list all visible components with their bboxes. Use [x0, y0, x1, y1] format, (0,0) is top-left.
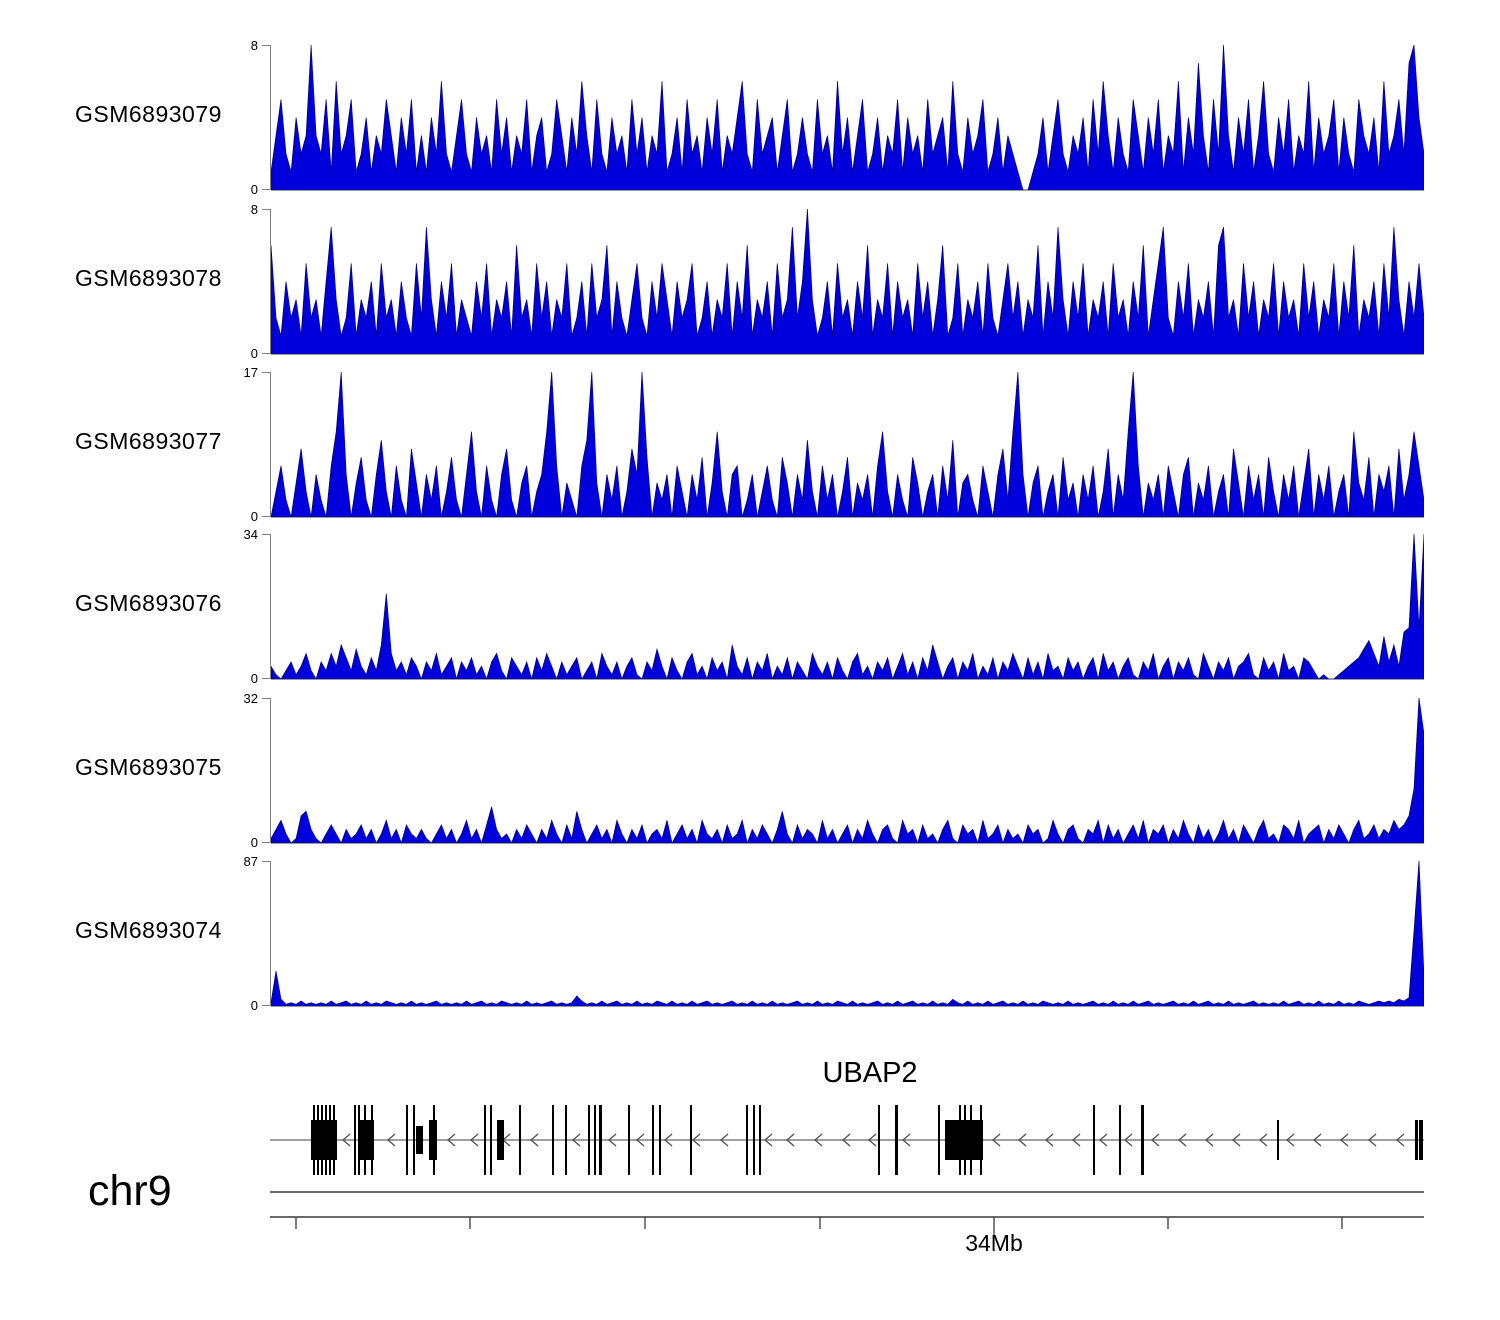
track-label: GSM6893076 — [75, 592, 222, 615]
track-label: GSM6893075 — [75, 756, 222, 779]
coverage-track: GSM6893074 87 0 — [0, 861, 1500, 1006]
genome-axis-track — [270, 1185, 1440, 1265]
coverage-track: GSM6893078 8 0 — [0, 209, 1500, 354]
track-label: GSM6893078 — [75, 267, 222, 290]
coverage-signal — [271, 698, 1424, 844]
coverage-signal — [271, 45, 1424, 191]
y-axis-zero-label: 0 — [190, 999, 258, 1012]
coverage-signal — [271, 534, 1424, 680]
y-axis-max-label: 34 — [190, 528, 258, 541]
y-axis-zero-label: 0 — [190, 347, 258, 360]
y-axis-max-label: 32 — [190, 692, 258, 705]
y-axis-max-label: 87 — [190, 855, 258, 868]
y-axis-max-label: 17 — [190, 366, 258, 379]
y-axis-zero-label: 0 — [190, 672, 258, 685]
coverage-track: GSM6893077 17 0 — [0, 372, 1500, 517]
y-axis-zero-label: 0 — [190, 183, 258, 196]
coverage-track: GSM6893076 34 0 — [0, 534, 1500, 679]
coverage-signal — [271, 372, 1424, 518]
gene-model-track — [270, 1095, 1440, 1190]
coverage-track: GSM6893075 32 0 — [0, 698, 1500, 843]
y-axis-zero-label: 0 — [190, 836, 258, 849]
track-label: GSM6893077 — [75, 430, 222, 453]
gene-name-label: UBAP2 — [770, 1059, 970, 1088]
track-label: GSM6893074 — [75, 919, 222, 942]
track-label: GSM6893079 — [75, 103, 222, 126]
y-axis-max-label: 8 — [190, 39, 258, 52]
y-axis-zero-label: 0 — [190, 510, 258, 523]
coverage-signal — [271, 861, 1424, 1007]
genome-browser-figure: GSM6893079 8 0 GSM6893078 8 0 GSM6893077… — [0, 0, 1500, 1320]
chromosome-label: chr9 — [88, 1170, 172, 1213]
y-axis-max-label: 8 — [190, 203, 258, 216]
axis-tick-label: 34Mb — [924, 1232, 1064, 1255]
coverage-signal — [271, 209, 1424, 355]
coverage-track: GSM6893079 8 0 — [0, 45, 1500, 190]
